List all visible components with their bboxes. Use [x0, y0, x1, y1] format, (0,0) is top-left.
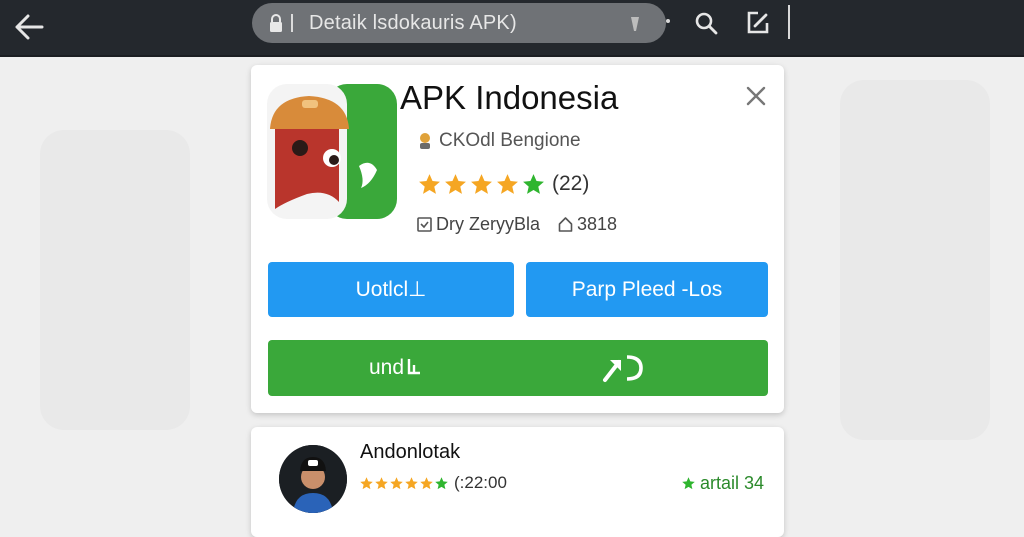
star-icon [471, 173, 492, 194]
search-button[interactable] [691, 8, 721, 38]
share-arrow-icon [603, 355, 643, 382]
review-rating-row: (:22:00 [359, 471, 507, 495]
background-shape [40, 130, 190, 430]
review-stars [359, 476, 449, 491]
meta-size-text: 3818 [577, 213, 618, 234]
calendar-icon [417, 217, 432, 232]
star-icon [523, 173, 544, 194]
star-icon [420, 476, 433, 489]
rating-count: (22) [552, 172, 590, 195]
star-icon [375, 476, 388, 489]
avatar[interactable] [279, 445, 347, 513]
star-icon [390, 476, 403, 489]
meta-item-size: 3818 [558, 214, 617, 235]
review-meta-text: (:22:00 [454, 473, 507, 492]
action-button-right-label: Parp Pleed -Los [571, 277, 723, 301]
background-shape [840, 80, 990, 440]
review-card: Andonlotak (:22:00 artail 34 [251, 427, 784, 537]
lock-icon [270, 14, 282, 32]
app-title: APK Indonesia [400, 79, 619, 116]
reviewer-name: Andonlotak [360, 441, 461, 463]
download-button-label: und [369, 356, 405, 379]
close-icon[interactable] [741, 81, 771, 111]
toolbar-dot [666, 19, 670, 23]
download-button[interactable]: und [268, 340, 768, 396]
edit-button[interactable] [743, 8, 773, 38]
action-button-left[interactable]: Uotlcl⊥ [268, 262, 514, 317]
edit-icon [747, 11, 769, 34]
mic-icon[interactable] [630, 16, 640, 32]
home-icon [558, 217, 573, 232]
developer-name: CKOdl Bengione [439, 130, 581, 151]
star-icon [682, 476, 695, 489]
review-badge: artail 34 [681, 471, 764, 495]
address-text: Detaik lsdokauris APK) [309, 12, 517, 34]
rating-stars [417, 172, 546, 197]
action-button-left-label: Uotlcl⊥ [355, 278, 427, 301]
developer-icon [420, 133, 430, 149]
star-icon [435, 476, 448, 489]
download-icon [407, 359, 421, 375]
text-cursor [291, 14, 293, 32]
star-icon [445, 173, 466, 194]
back-button[interactable] [10, 8, 48, 46]
star-icon [360, 476, 373, 489]
review-badge-text: artail 34 [700, 472, 765, 493]
download-button-label-group: und [369, 356, 422, 380]
app-meta-row: Dry ZeryyBla 3818 [417, 211, 617, 237]
browser-toolbar: Detaik lsdokauris APK) [0, 0, 1024, 57]
toolbar-separator [788, 5, 790, 39]
app-detail-card: APK Indonesia CKOdl Bengione (22) Dry Ze… [251, 65, 784, 413]
star-icon [405, 476, 418, 489]
search-icon [695, 12, 718, 35]
developer-row: CKOdl Bengione [417, 129, 581, 153]
action-button-right[interactable]: Parp Pleed -Los [526, 262, 768, 317]
rating-row: (22) [417, 169, 589, 199]
meta-date-text: Dry ZeryyBla [436, 213, 541, 234]
meta-item-date: Dry ZeryyBla [417, 214, 540, 235]
app-icon [267, 84, 397, 219]
back-arrow-icon [15, 14, 44, 40]
star-icon [419, 173, 440, 194]
star-icon [497, 173, 518, 194]
address-bar[interactable]: Detaik lsdokauris APK) [252, 3, 666, 43]
